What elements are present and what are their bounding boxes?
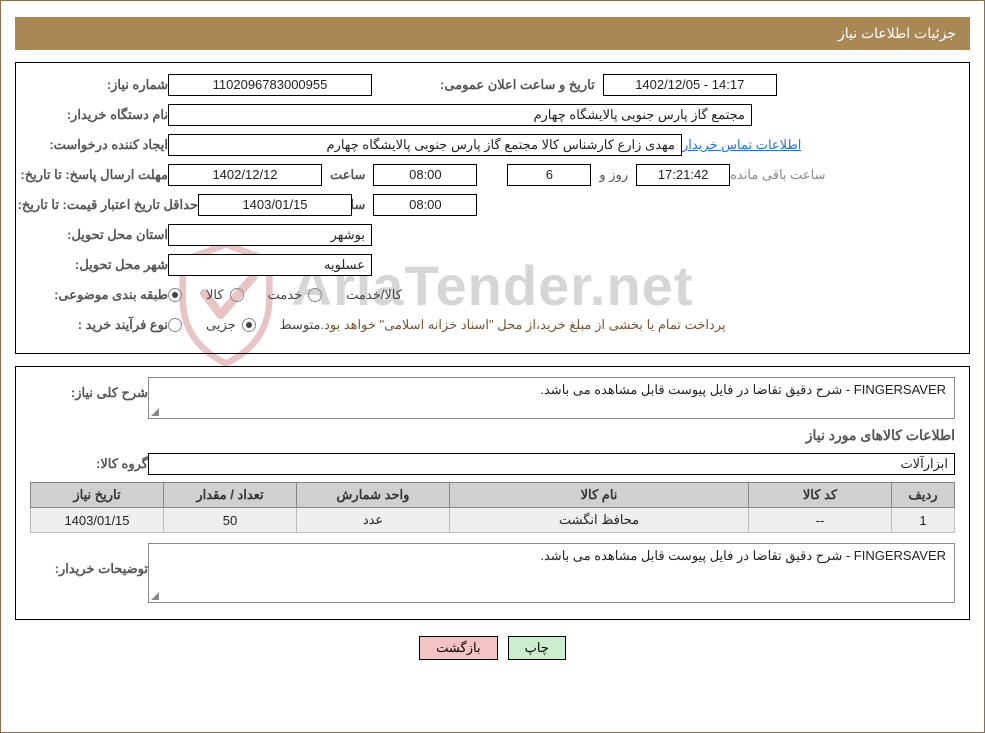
reply-deadline-time-field: 08:00 — [373, 164, 477, 186]
buyer-notes-text: FINGERSAVER - شرح دقیق تقاضا در فایل پیو… — [540, 548, 946, 563]
buyer-notes-label: توضیحات خریدار: — [38, 543, 148, 577]
announce-field: 1402/12/05 - 14:17 — [603, 74, 777, 96]
group-label: گروه کالا: — [38, 456, 148, 472]
print-button[interactable]: چاپ — [508, 636, 566, 660]
th-code: کد کالا — [749, 483, 892, 508]
radio-goods-label: کالا — [206, 287, 224, 303]
section-title: جزئیات اطلاعات نیاز — [838, 25, 956, 41]
th-name: نام کالا — [450, 483, 749, 508]
purchase-type-label: نوع فرآیند خرید : — [38, 317, 168, 333]
price-validity-date-field: 1403/01/15 — [198, 194, 352, 216]
td-row: 1 — [892, 508, 955, 533]
general-desc-field: FINGERSAVER - شرح دقیق تقاضا در فایل پیو… — [148, 377, 955, 419]
buyer-contact-link[interactable]: اطلاعات تماس خریدار — [682, 137, 801, 153]
radio-partial[interactable] — [168, 318, 182, 332]
buyer-org-field: مجتمع گاز پارس جنوبی پالایشگاه چهارم — [168, 104, 752, 126]
th-unit: واحد شمارش — [297, 483, 450, 508]
general-desc-text: FINGERSAVER - شرح دقیق تقاضا در فایل پیو… — [540, 382, 946, 397]
items-table: ردیف کد کالا نام کالا واحد شمارش تعداد /… — [30, 482, 955, 533]
radio-goods-service[interactable] — [308, 288, 322, 302]
resize-grip-icon[interactable] — [151, 408, 159, 416]
td-code: -- — [749, 508, 892, 533]
delivery-province-field: بوشهر — [168, 224, 372, 246]
reply-deadline-date-field: 1402/12/12 — [168, 164, 322, 186]
radio-partial-label: جزیی — [206, 317, 236, 333]
td-qty: 50 — [164, 508, 297, 533]
table-header-row: ردیف کد کالا نام کالا واحد شمارش تعداد /… — [31, 483, 955, 508]
requester-label: ایجاد کننده درخواست: — [38, 137, 168, 153]
classification-radios: کالا خدمت کالا/خدمت — [168, 287, 402, 303]
th-date: تاریخ نیاز — [31, 483, 164, 508]
delivery-city-label: شهر محل تحویل: — [38, 257, 168, 273]
remaining-label: ساعت باقی مانده — [730, 167, 825, 183]
items-heading: اطلاعات کالاهای مورد نیاز — [30, 427, 955, 444]
td-name: محافظ انگشت — [450, 508, 749, 533]
announce-label: تاریخ و ساعت اعلان عمومی: — [440, 77, 595, 93]
td-unit: عدد — [297, 508, 450, 533]
group-field: ابزارآلات — [148, 453, 955, 475]
delivery-city-field: عسلویه — [168, 254, 372, 276]
radio-service[interactable] — [230, 288, 244, 302]
purchase-type-radios: جزیی متوسط — [168, 317, 321, 333]
requester-field: مهدی زارع کارشناس کالا مجتمع گاز پارس جن… — [168, 134, 682, 156]
info-panel: شماره نیاز: 1102096783000955 تاریخ و ساع… — [15, 62, 970, 354]
radio-service-label: خدمت — [268, 287, 303, 303]
days-remaining-field: 6 — [507, 164, 591, 186]
general-desc-label: شرح کلی نیاز: — [38, 377, 148, 401]
radio-goods-service-label: کالا/خدمت — [346, 287, 402, 303]
button-row: چاپ بازگشت — [1, 636, 984, 660]
section-header: جزئیات اطلاعات نیاز — [15, 17, 970, 50]
radio-goods[interactable] — [168, 288, 182, 302]
th-row: ردیف — [892, 483, 955, 508]
time-remaining-field: 17:21:42 — [636, 164, 730, 186]
classification-label: طبقه بندی موضوعی: — [38, 287, 168, 303]
buyer-org-label: نام دستگاه خریدار: — [38, 107, 168, 123]
delivery-province-label: استان محل تحویل: — [38, 227, 168, 243]
radio-medium-label: متوسط — [280, 317, 321, 333]
back-button[interactable]: بازگشت — [419, 636, 497, 660]
resize-grip-icon[interactable] — [151, 592, 159, 600]
price-validity-label: حداقل تاریخ اعتبار قیمت: تا تاریخ: — [38, 197, 198, 213]
time-label-1: ساعت — [330, 167, 365, 183]
need-number-field: 1102096783000955 — [168, 74, 372, 96]
purchase-note: پرداخت تمام یا بخشی از مبلغ خرید،از محل … — [321, 317, 726, 333]
td-date: 1403/01/15 — [31, 508, 164, 533]
details-panel: شرح کلی نیاز: FINGERSAVER - شرح دقیق تقا… — [15, 366, 970, 620]
page-container: AriaTender.net جزئیات اطلاعات نیاز شماره… — [0, 0, 985, 733]
table-row: 1 -- محافظ انگشت عدد 50 1403/01/15 — [31, 508, 955, 533]
price-validity-time-field: 08:00 — [373, 194, 477, 216]
reply-deadline-label: مهلت ارسال پاسخ: تا تاریخ: — [38, 167, 168, 183]
need-number-label: شماره نیاز: — [38, 77, 168, 93]
th-qty: تعداد / مقدار — [164, 483, 297, 508]
days-and-label: روز و — [599, 167, 628, 183]
radio-medium[interactable] — [242, 318, 256, 332]
buyer-notes-field: FINGERSAVER - شرح دقیق تقاضا در فایل پیو… — [148, 543, 955, 603]
